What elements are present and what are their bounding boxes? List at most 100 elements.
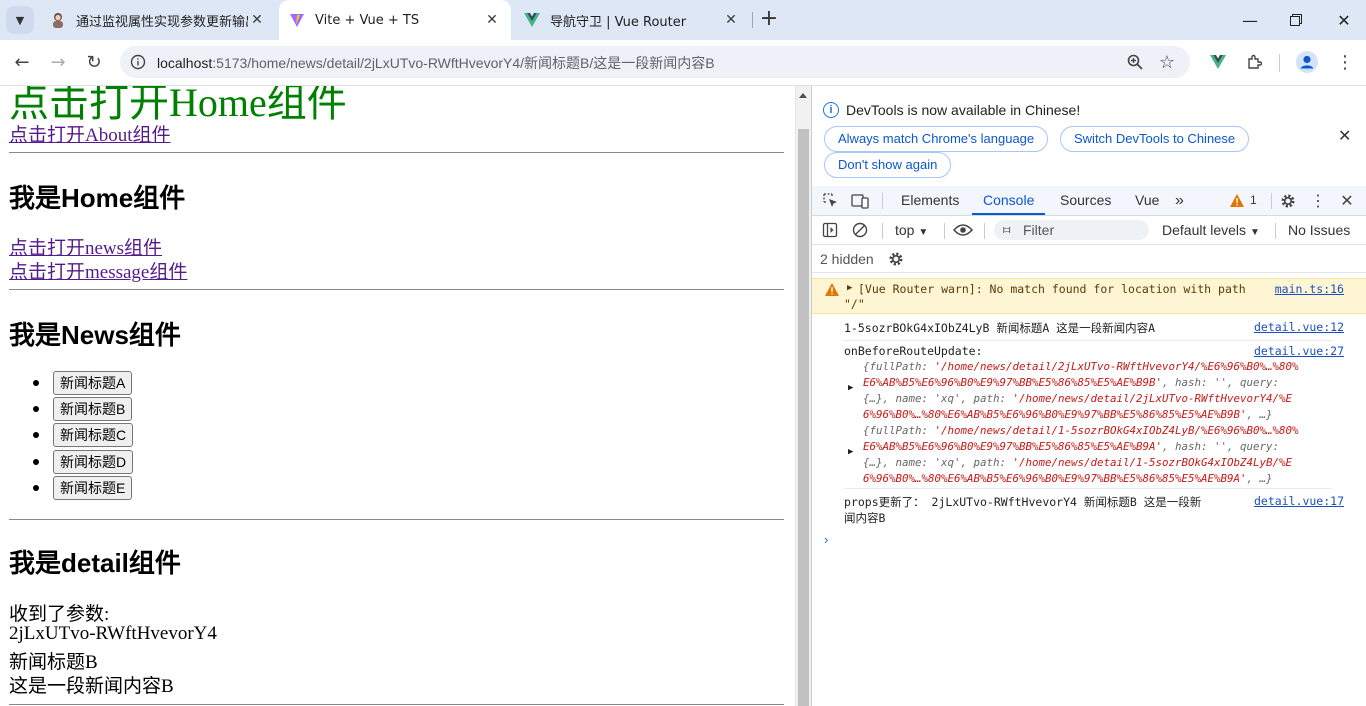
forward-arrow-icon: → [50, 51, 66, 73]
expand-triangle-icon[interactable]: ▶ [847, 283, 852, 293]
site-info-icon[interactable] [130, 54, 146, 70]
console-input[interactable] [840, 530, 1340, 550]
route-object-from[interactable]: {fullPath: '/home/news/detail/1-5sozrBOk… [863, 423, 1299, 487]
console-warning-message[interactable]: ▶ [Vue Router warn]: No match found for … [812, 278, 1366, 314]
warning-path: "/" [844, 297, 865, 311]
restore-button[interactable] [1272, 0, 1320, 40]
tab-sources[interactable]: Sources [1060, 186, 1111, 215]
warning-icon [825, 283, 839, 296]
devtools-panel: i DevTools is now available in Chinese! … [811, 86, 1366, 706]
inspect-element-icon[interactable] [820, 190, 842, 212]
tab-elements[interactable]: Elements [901, 186, 959, 215]
more-options-icon[interactable]: ⋮ [1307, 190, 1329, 212]
new-tab-button[interactable]: + [758, 8, 780, 31]
tab-vue-router[interactable]: 导航守卫 | Vue Router ✕ [514, 0, 750, 40]
minimize-button[interactable]: — [1226, 0, 1274, 40]
tab-vue[interactable]: Vue [1135, 186, 1159, 215]
switch-to-chinese-button[interactable]: Switch DevTools to Chinese [1060, 126, 1250, 152]
tab-title: 通过监视属性实现参数更新输出 [76, 14, 248, 30]
close-icon[interactable]: ✕ [248, 11, 266, 29]
reload-icon: ↻ [86, 51, 102, 73]
route-object-to[interactable]: {fullPath: '/home/news/detail/2jLxUTvo-R… [863, 359, 1299, 423]
vue-devtools-extension-icon[interactable] [1205, 49, 1231, 75]
source-link[interactable]: detail.vue:27 [1254, 344, 1344, 358]
tab-search-button[interactable]: ▼ [6, 6, 34, 34]
news-button-e[interactable]: 新闻标题E [53, 476, 133, 500]
home-heading: 我是Home组件 [9, 183, 186, 213]
warning-counter[interactable]: 1 [1230, 193, 1257, 207]
console-toolbar: top ▼ ⧦ Filter Default levels ▼ No Issue… [812, 216, 1366, 245]
received-label: 收到了参数: [9, 604, 110, 625]
close-window-button[interactable]: ✕ [1320, 0, 1366, 40]
device-toolbar-icon[interactable] [849, 190, 871, 212]
filter-placeholder: Filter [1023, 222, 1055, 238]
sidebar-toggle-icon[interactable] [819, 219, 841, 241]
obj-key: , …} [1246, 472, 1273, 485]
back-button[interactable]: ← [8, 48, 36, 76]
more-tabs-chevron-icon[interactable]: » [1175, 186, 1184, 215]
log-levels-dropdown[interactable]: Default levels ▼ [1162, 222, 1260, 238]
close-icon[interactable]: ✕ [722, 11, 740, 29]
news-button-b[interactable]: 新闻标题B [53, 397, 133, 421]
divider [9, 704, 784, 705]
source-link[interactable]: main.ts:16 [1275, 282, 1344, 296]
console-settings-gear-icon[interactable] [885, 248, 907, 270]
address-bar[interactable]: localhost:5173/home/news/detail/2jLxUTvo… [120, 46, 1190, 78]
url-text[interactable]: localhost:5173/home/news/detail/2jLxUTvo… [157, 53, 715, 73]
reload-button[interactable]: ↻ [80, 48, 108, 76]
settings-gear-icon[interactable] [1277, 190, 1299, 212]
always-match-language-button[interactable]: Always match Chrome's language [824, 126, 1049, 152]
chrome-menu-icon[interactable]: ⋮ [1332, 49, 1358, 75]
dropdown-arrow-icon: ▼ [918, 227, 929, 238]
list-bullet [33, 406, 39, 412]
list-bullet [33, 459, 39, 465]
clear-console-icon[interactable] [849, 219, 871, 241]
close-icon: ✕ [1337, 10, 1351, 30]
tab-vite-vue-ts[interactable]: Vite + Vue + TS ✕ [279, 0, 511, 40]
tab-separator [752, 12, 753, 28]
profile-avatar-icon[interactable] [1294, 49, 1320, 75]
close-icon[interactable]: ✕ [483, 11, 501, 29]
close-devtools-icon[interactable]: ✕ [1336, 190, 1358, 212]
toolbar-divider [984, 223, 985, 239]
news-button-d[interactable]: 新闻标题D [53, 450, 134, 474]
source-link[interactable]: detail.vue:17 [1253, 494, 1344, 508]
context-value: top [895, 222, 915, 238]
obj-value: '/home/news/detail/1-5sozrBOkG4xIObZ4LyB… [1012, 456, 1293, 469]
news-button-a[interactable]: 新闻标题A [53, 371, 133, 395]
obj-key: {fullPath: [863, 424, 935, 437]
close-icon[interactable]: ✕ [1338, 126, 1351, 146]
hidden-messages-bar: 2 hidden [812, 245, 1366, 273]
tab-title: Vite + Vue + TS [315, 12, 420, 28]
detail-heading: 我是detail组件 [9, 548, 181, 578]
filter-funnel-icon: ⧦ [1003, 222, 1011, 236]
obj-value: E6%AB%B5%E6%96%B0%E9%97%BB%E5%86%85%E5%A… [863, 440, 1163, 453]
scrollbar-thumb[interactable] [798, 129, 809, 706]
forward-button[interactable]: → [44, 48, 72, 76]
live-expression-eye-icon[interactable] [952, 219, 974, 241]
tab-watch-props[interactable]: 通过监视属性实现参数更新输出 ✕ [40, 0, 276, 40]
obj-value: 6%96%B0%…%80%E6%AB%B5%E6%96%B0%E9%97%BB%… [863, 408, 1247, 421]
message-router-link[interactable]: 点击打开message组件 [9, 257, 187, 284]
scroll-up-arrow-icon[interactable] [799, 93, 807, 98]
expand-triangle-icon[interactable]: ▶ [848, 383, 853, 393]
expand-triangle-icon[interactable]: ▶ [848, 447, 853, 457]
news-router-link[interactable]: 点击打开news组件 [9, 233, 162, 260]
chevron-down-icon: ▼ [15, 13, 25, 27]
obj-key: {fullPath: [863, 360, 935, 373]
issues-counter[interactable]: No Issues [1288, 222, 1350, 238]
bookmark-star-icon[interactable]: ☆ [1154, 49, 1180, 75]
console-filter-input[interactable]: ⧦ Filter [994, 220, 1149, 240]
zoom-icon[interactable] [1122, 49, 1148, 75]
dont-show-again-button[interactable]: Don't show again [824, 152, 952, 178]
route-line: {…}, name: 'xq', path: '/home/news/detai… [863, 455, 1299, 471]
news-button-c[interactable]: 新闻标题C [53, 423, 134, 447]
tab-console[interactable]: Console [972, 186, 1046, 215]
about-router-link[interactable]: 点击打开About组件 [9, 120, 171, 147]
extensions-puzzle-icon[interactable] [1241, 49, 1267, 75]
page-scrollbar[interactable] [795, 86, 811, 706]
context-selector[interactable]: top ▼ [895, 222, 928, 238]
source-link[interactable]: detail.vue:12 [1254, 320, 1344, 334]
avatar-favicon-icon [50, 12, 66, 28]
log-text: 闻内容B [844, 511, 886, 525]
